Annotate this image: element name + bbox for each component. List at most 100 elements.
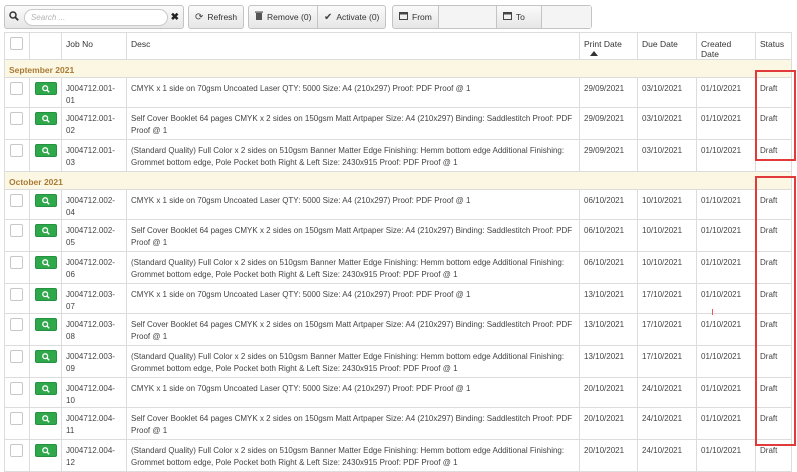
table-row[interactable]: J004712.003-08 Self Cover Booklet 64 pag… — [4, 313, 792, 346]
table-row[interactable]: J004712.004-10 CMYK x 1 side on 70gsm Un… — [4, 377, 792, 408]
column-header-status[interactable]: Status — [755, 32, 792, 60]
row-checkbox[interactable] — [10, 224, 23, 237]
row-checkbox[interactable] — [10, 318, 23, 331]
row-checkbox-cell — [4, 189, 30, 220]
to-label: To — [515, 12, 525, 22]
to-button[interactable]: To — [497, 6, 541, 28]
column-header-created-date[interactable]: Created Date — [696, 32, 756, 60]
table-row[interactable]: J004712.001-01 CMYK x 1 side on 70gsm Un… — [4, 77, 792, 108]
calendar-icon — [399, 11, 408, 23]
column-header-due-date[interactable]: Due Date — [637, 32, 697, 60]
column-header-job-no[interactable]: Job No — [61, 32, 127, 60]
created-date-cell: 01/10/2021 — [696, 377, 756, 408]
job-no-cell: J004712.004-12 — [61, 439, 127, 472]
group-label: September 2021 — [4, 59, 792, 78]
due-date-cell: 10/10/2021 — [637, 189, 697, 220]
magnifier-icon — [42, 290, 50, 299]
from-date-input[interactable] — [437, 6, 497, 28]
created-date-cell: 01/10/2021 — [696, 251, 756, 284]
view-button[interactable] — [35, 144, 57, 157]
view-button[interactable] — [35, 412, 57, 425]
search-input[interactable] — [23, 8, 168, 26]
select-all-checkbox[interactable] — [10, 37, 23, 50]
desc-cell: (Standard Quality) Full Color x 2 sides … — [126, 251, 580, 284]
trash-icon — [255, 11, 263, 23]
created-date-cell: 01/10/2021 — [696, 313, 756, 346]
table-row[interactable]: J004712.003-07 CMYK x 1 side on 70gsm Un… — [4, 283, 792, 314]
job-no-cell: J004712.001-03 — [61, 139, 127, 172]
to-date-input[interactable] — [541, 6, 591, 28]
from-button[interactable]: From — [393, 6, 438, 28]
refresh-button[interactable]: ⟳ Refresh — [189, 6, 243, 28]
search-icon[interactable] — [9, 10, 21, 24]
column-header-desc[interactable]: Desc — [126, 32, 580, 60]
view-button[interactable] — [35, 224, 57, 237]
activate-button[interactable]: ✔ Activate (0) — [318, 6, 385, 28]
due-date-cell: 24/10/2021 — [637, 439, 697, 472]
row-checkbox[interactable] — [10, 444, 23, 457]
created-date-cell: 01/10/2021 — [696, 407, 756, 440]
status-cell: Draft — [755, 283, 792, 314]
created-date-cell: 01/10/2021 — [696, 139, 756, 172]
view-button[interactable] — [35, 82, 57, 95]
magnifier-icon — [42, 352, 50, 361]
row-checkbox[interactable] — [10, 350, 23, 363]
row-checkbox-cell — [4, 251, 30, 284]
status-cell: Draft — [755, 377, 792, 408]
table-row[interactable]: J004712.001-03 (Standard Quality) Full C… — [4, 139, 792, 172]
created-date-cell: 01/10/2021 — [696, 283, 756, 314]
table-row[interactable]: J004712.001-02 Self Cover Booklet 64 pag… — [4, 107, 792, 140]
view-cell — [29, 439, 62, 472]
view-cell — [29, 283, 62, 314]
row-checkbox[interactable] — [10, 256, 23, 269]
view-cell — [29, 345, 62, 378]
table-row[interactable]: J004712.002-04 CMYK x 1 side on 70gsm Un… — [4, 189, 792, 220]
view-cell — [29, 219, 62, 252]
view-button[interactable] — [35, 382, 57, 395]
status-cell: Draft — [755, 189, 792, 220]
job-no-cell: J004712.001-01 — [61, 77, 127, 108]
row-checkbox-cell — [4, 313, 30, 346]
row-checkbox[interactable] — [10, 112, 23, 125]
column-header-print-date[interactable]: Print Date — [579, 32, 638, 60]
view-button[interactable] — [35, 256, 57, 269]
view-column-header — [29, 32, 62, 60]
view-button[interactable] — [35, 288, 57, 301]
row-checkbox[interactable] — [10, 194, 23, 207]
row-checkbox[interactable] — [10, 82, 23, 95]
row-checkbox[interactable] — [10, 412, 23, 425]
table-row[interactable]: J004712.002-05 Self Cover Booklet 64 pag… — [4, 219, 792, 252]
table-row[interactable]: J004712.004-12 (Standard Quality) Full C… — [4, 439, 792, 472]
activate-label: Activate (0) — [336, 12, 380, 22]
job-no-cell: J004712.003-09 — [61, 345, 127, 378]
view-button[interactable] — [35, 444, 57, 457]
desc-cell: Self Cover Booklet 64 pages CMYK x 2 sid… — [126, 313, 580, 346]
row-checkbox[interactable] — [10, 144, 23, 157]
desc-cell: CMYK x 1 side on 70gsm Uncoated Laser QT… — [126, 283, 580, 314]
print-date-cell: 20/10/2021 — [579, 407, 638, 440]
view-button[interactable] — [35, 350, 57, 363]
desc-cell: CMYK x 1 side on 70gsm Uncoated Laser QT… — [126, 377, 580, 408]
job-no-cell: J004712.002-04 — [61, 189, 127, 220]
row-checkbox-cell — [4, 439, 30, 472]
due-date-cell: 03/10/2021 — [637, 77, 697, 108]
view-cell — [29, 189, 62, 220]
job-no-cell: J004712.004-10 — [61, 377, 127, 408]
view-cell — [29, 77, 62, 108]
status-cell: Draft — [755, 139, 792, 172]
row-checkbox[interactable] — [10, 288, 23, 301]
row-checkbox[interactable] — [10, 382, 23, 395]
status-cell: Draft — [755, 313, 792, 346]
view-button[interactable] — [35, 112, 57, 125]
clear-icon[interactable]: ✖ — [171, 12, 179, 23]
created-date-cell: 01/10/2021 — [696, 107, 756, 140]
view-button[interactable] — [35, 318, 57, 331]
remove-button[interactable]: Remove (0) — [249, 6, 317, 28]
table-row[interactable]: J004712.002-06 (Standard Quality) Full C… — [4, 251, 792, 284]
search-group: ✖ — [4, 5, 184, 29]
magnifier-icon — [42, 414, 50, 423]
table-row[interactable]: J004712.004-11 Self Cover Booklet 64 pag… — [4, 407, 792, 440]
table-row[interactable]: J004712.003-09 (Standard Quality) Full C… — [4, 345, 792, 378]
status-cell: Draft — [755, 439, 792, 472]
view-button[interactable] — [35, 194, 57, 207]
